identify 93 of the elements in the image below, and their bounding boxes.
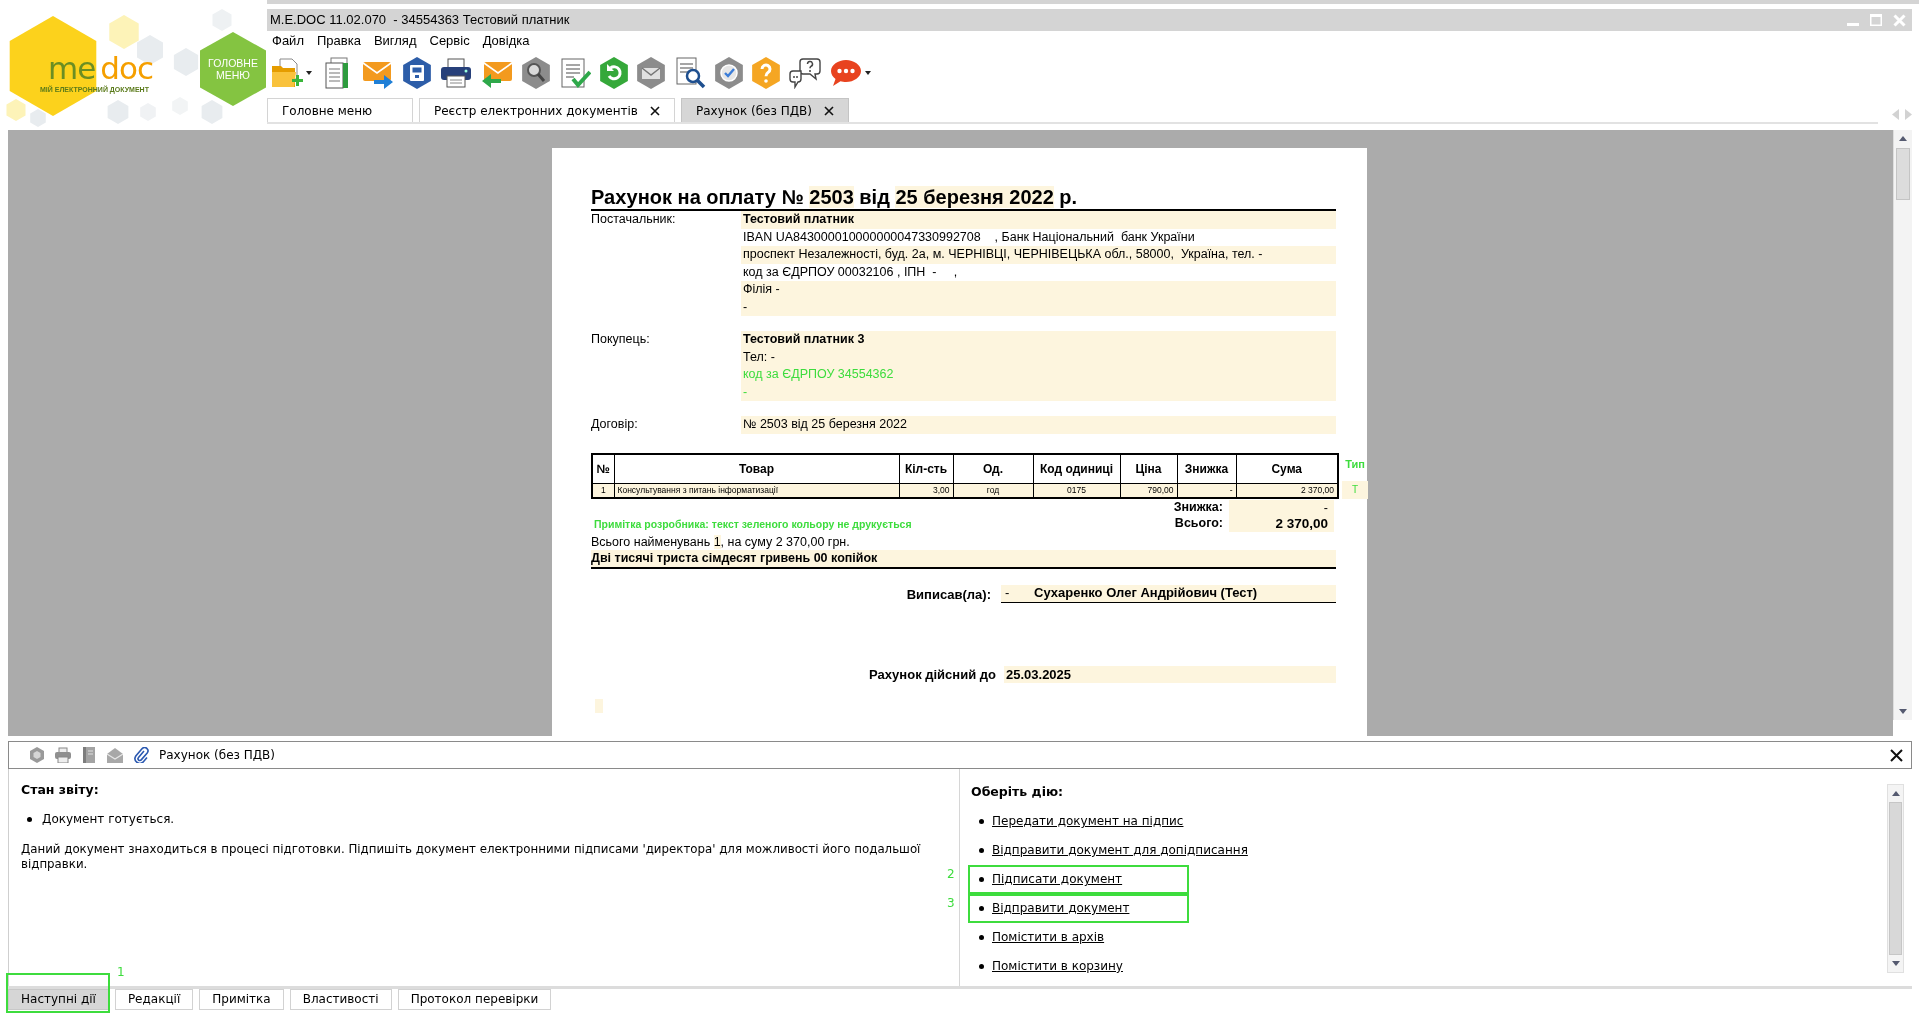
action-link[interactable]: Помістити в корзину	[992, 959, 1123, 974]
refresh-icon[interactable]	[600, 57, 628, 89]
close-icon[interactable]	[649, 105, 660, 116]
scroll-down-icon[interactable]	[1899, 709, 1907, 714]
field-value: Філія -	[741, 281, 1336, 299]
column-header: Товар	[614, 453, 899, 484]
close-icon[interactable]	[823, 105, 834, 116]
panel-tab[interactable]: Протокол перевірки	[397, 989, 552, 1010]
paperclip-icon[interactable]	[133, 747, 149, 763]
hexagon-check-icon[interactable]	[715, 57, 743, 89]
action-link[interactable]: Передати документ на підпис	[992, 814, 1184, 829]
scroll-up-icon[interactable]	[1899, 136, 1907, 141]
panel-tab[interactable]: Наступні дії	[8, 989, 109, 1010]
caret-icon[interactable]	[306, 71, 312, 75]
close-icon[interactable]	[1890, 748, 1903, 762]
menu-item[interactable]: Довідка	[482, 31, 530, 51]
developer-note: Примітка розробника: текст зеленого кольору не друкується	[593, 516, 912, 532]
field-value: код за ЄДРПОУ 34554362	[741, 366, 1336, 384]
scrollbar-thumb[interactable]	[1889, 802, 1902, 955]
amount-in-words: Дві тисячі триста сімдесят гривень 00 копійок	[591, 549, 1336, 569]
validity-label: Рахунок дійсний до	[868, 665, 996, 684]
help-icon[interactable]	[752, 57, 780, 89]
signer-position: -	[1004, 584, 1011, 603]
action-link[interactable]: Помістити в архів	[992, 930, 1105, 945]
column-header: Од.	[953, 453, 1033, 484]
validity-date: 25.03.2025	[1004, 665, 1336, 683]
bullet-icon	[27, 817, 32, 822]
panel-tab[interactable]: Властивості	[289, 989, 392, 1010]
column-header: Код одиниці	[1033, 453, 1120, 484]
bullet-icon	[979, 848, 984, 853]
column-header: Ціна	[1120, 453, 1177, 484]
total-value: -	[1229, 499, 1334, 516]
book-icon[interactable]	[81, 747, 97, 763]
scrollbar-track[interactable]	[1887, 784, 1904, 973]
status-item: Документ готується.	[42, 812, 175, 827]
field-label: Постачальник:	[591, 211, 677, 228]
action-link[interactable]: Відправити документ	[992, 901, 1130, 916]
total-label: Всього:	[1173, 515, 1223, 533]
scroll-up-icon[interactable]	[1891, 791, 1900, 796]
total-label: Знижка:	[1172, 499, 1223, 517]
actions-heading: Оберіть дію:	[971, 784, 1065, 799]
action-link[interactable]: Відправити документ для допідписання	[992, 843, 1248, 858]
bullet-icon	[979, 906, 984, 911]
callout-number: 2	[947, 867, 955, 881]
checklist-icon[interactable]	[559, 57, 591, 89]
table-cell: Т	[1342, 480, 1368, 499]
tab[interactable]: Головне меню	[267, 98, 413, 122]
logo-wordmark: me doc	[48, 52, 153, 84]
column-header: Тип	[1345, 457, 1365, 473]
tab[interactable]: Рахунок (без ПДВ)	[680, 98, 849, 122]
field-label: Покупець:	[591, 331, 651, 348]
column-header: Знижка	[1177, 453, 1236, 484]
callout-number: 1	[116, 965, 125, 979]
panel-tab[interactable]: Примітка	[199, 989, 284, 1010]
caret-icon[interactable]	[865, 71, 871, 75]
menu-item[interactable]: Вигляд	[373, 31, 417, 51]
bullet-icon	[979, 935, 984, 940]
field-value: Тестовий платник	[741, 211, 1336, 229]
field-value: Тестовий платник 3	[741, 331, 1336, 349]
scrollbar-thumb[interactable]	[1896, 148, 1910, 200]
document-search-icon[interactable]	[674, 57, 706, 89]
field-value: проспект Незалежності, буд. 2а, м. ЧЕРНІВЦІ, ЧЕРНІВЕЦЬКА обл., 58000, Україна, тел. -	[741, 246, 1336, 264]
signer-name: Сухаренко Олег Андрійович (Тест)	[1034, 584, 1258, 603]
envelope-icon[interactable]	[107, 747, 123, 763]
bullet-icon	[979, 877, 984, 882]
action-link[interactable]: Підписати документ	[992, 872, 1123, 887]
scroll-down-icon[interactable]	[1891, 961, 1900, 966]
chat-help-icon[interactable]	[789, 57, 821, 89]
menu-item[interactable]: Файл	[272, 31, 304, 51]
hexagon-icon[interactable]	[29, 747, 45, 763]
summary-text: Всього найменувань 1, на суму 2 370,00 грн.	[591, 533, 851, 550]
status-heading: Стан звіту:	[21, 782, 100, 797]
hexagon-envelope-icon[interactable]	[637, 57, 665, 89]
column-header: №	[592, 453, 614, 484]
menu-item[interactable]: Сервіс	[429, 31, 470, 51]
field-value: № 2503 від 25 березня 2022	[741, 416, 1336, 434]
callout-number: 3	[947, 896, 955, 910]
printer-icon[interactable]	[440, 57, 472, 89]
hexagon-magnifier-icon[interactable]	[522, 57, 550, 89]
window-title: M.E.DOC 11.02.070 - 34554363 Тестовий платник	[270, 11, 570, 30]
empty-field	[595, 699, 603, 713]
signer-label: Виписав(ла):	[905, 585, 991, 603]
panel-title: Рахунок (без ПДВ)	[159, 747, 275, 764]
bullet-icon	[979, 964, 984, 969]
chat-bubble-icon[interactable]	[830, 57, 862, 89]
tab[interactable]: Реєстр електронних документів	[419, 98, 675, 122]
bullet-icon	[979, 819, 984, 824]
panel-tab[interactable]: Редакції	[114, 989, 194, 1010]
menu-item[interactable]: Правка	[316, 31, 361, 51]
field-label: Договір:	[591, 416, 639, 433]
status-description: Даний документ знаходиться в процесі підготовки. Підпишіть документ електронними підписами 'директора' для можливості його подальшої відправки.	[21, 842, 922, 872]
column-header: Кіл-сть	[899, 453, 953, 484]
scrollbar-track[interactable]	[1893, 130, 1912, 720]
